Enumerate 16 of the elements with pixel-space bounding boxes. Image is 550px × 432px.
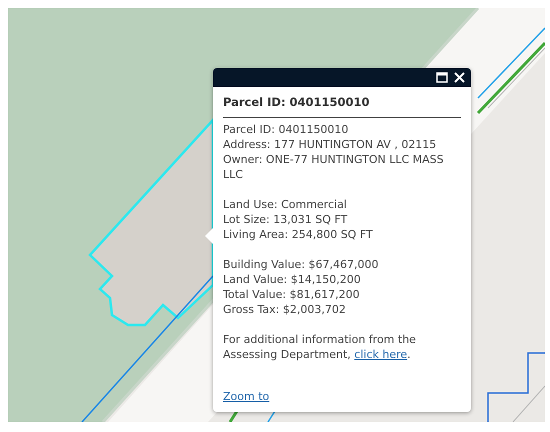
attribute-text: Living Area: 254,800 SQ FT: [223, 227, 374, 242]
attribute-text: Total Value: $81,617,200: [223, 287, 361, 302]
popup-title: Parcel ID: 0401150010: [223, 95, 461, 118]
maximize-icon[interactable]: [436, 72, 448, 83]
info-text: For additional information from the Assessing Department, click here.: [223, 332, 417, 362]
attribute-text: Owner: ONE-77 HUNTINGTON LLC MASS LLC: [223, 152, 445, 182]
attribute-text: Parcel ID: 0401150010: [223, 122, 350, 137]
zoom-to-link[interactable]: Zoom to: [223, 389, 270, 404]
attribute-text: Land Value: $14,150,200: [223, 272, 362, 287]
attribute-text: Lot Size: 13,031 SQ FT: [223, 212, 348, 227]
click-here-link[interactable]: click here: [354, 348, 408, 361]
attribute-text: Building Value: $67,467,000: [223, 257, 380, 272]
close-icon[interactable]: [454, 72, 465, 83]
attribute-text: Gross Tax: $2,003,702: [223, 302, 347, 317]
attribute-text: Land Use: Commercial: [223, 197, 348, 212]
attribute-text: Address: 177 HUNTINGTON AV , 02115: [223, 137, 438, 152]
